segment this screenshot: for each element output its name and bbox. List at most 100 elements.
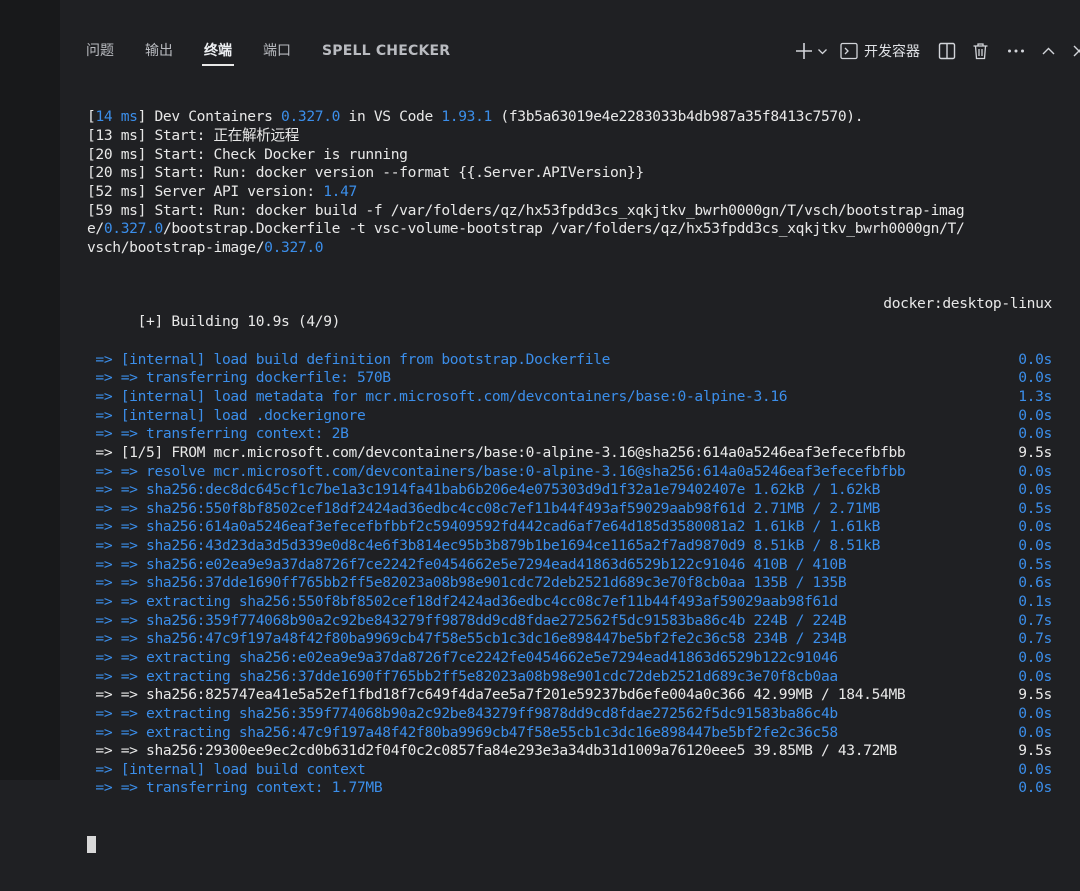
terminal-cursor — [87, 836, 96, 854]
build-step-text: => => sha256:550f8bf8502cef18df2424ad36e… — [87, 499, 881, 517]
build-step-text: => => sha256:47c9f197a48f42f80ba9969cb47… — [87, 630, 847, 648]
build-step-time: 0.5s — [1018, 555, 1052, 573]
build-step-line: => => sha256:e02ea9e9a37da8726f7ce2242fe… — [87, 556, 1052, 575]
terminal-text-segment: 1.47 — [323, 182, 357, 200]
build-step-line: => => extracting sha256:550f8bf8502cef18… — [87, 593, 1052, 612]
build-step-time: 0.0s — [1018, 369, 1052, 387]
build-step-line: => => sha256:614a0a5246eaf3efecefbfbbf2c… — [87, 518, 1052, 537]
panel-actions: 开发容器 — [795, 32, 1080, 70]
build-step-text: => => sha256:614a0a5246eaf3efecefbfbbf2c… — [87, 518, 881, 536]
building-line: [+] Building 10.9s (4/9) docker:desktop-… — [87, 294, 1053, 331]
build-step-time: 0.0s — [1018, 462, 1052, 480]
panel-header: 问题 输出 终端 端口 SPELL CHECKER 开发容器 — [60, 32, 1080, 70]
terminal-output[interactable]: [14 ms] Dev Containers 0.327.0 in VS Cod… — [87, 71, 1052, 891]
terminal-text-segment: [20 ms] Start: Run: docker version --for… — [87, 164, 644, 182]
build-steps: => [internal] load build definition from… — [87, 351, 1052, 798]
terminal-text-segment: 0.327.0 — [281, 108, 341, 126]
build-step-line: => [1/5] FROM mcr.microsoft.com/devconta… — [87, 444, 1052, 463]
split-terminal-button[interactable] — [938, 42, 956, 60]
tab-ports[interactable]: 端口 — [263, 32, 291, 70]
building-status: [+] Building 10.9s (4/9) — [137, 313, 341, 331]
build-step-text: => => extracting sha256:550f8bf8502cef18… — [87, 593, 838, 611]
terminal-text-segment: [13 ms] Start: 正在解析远程 — [87, 126, 300, 144]
build-step-line: => [internal] load metadata for mcr.micr… — [87, 388, 1052, 407]
build-step-time: 0.0s — [1018, 481, 1052, 499]
builder-name: docker:desktop-linux — [883, 294, 1052, 312]
build-step-time: 0.0s — [1018, 723, 1052, 741]
build-step-line: => => transferring context: 1.77MB 0.0s — [87, 779, 1052, 798]
build-step-time: 0.6s — [1018, 574, 1052, 592]
build-step-text: => => sha256:dec8dc645cf1c7be1a3c1914fa4… — [87, 481, 881, 499]
terminal-panel: 问题 输出 终端 端口 SPELL CHECKER 开发容器 [14 ms] D… — [60, 0, 1080, 854]
build-step-text: => => transferring context: 2B — [87, 425, 349, 443]
build-step-text: => [internal] load .dockerignore — [87, 406, 366, 424]
build-step-text: => => resolve mcr.microsoft.com/devconta… — [87, 462, 906, 480]
build-step-line: => => sha256:550f8bf8502cef18df2424ad36e… — [87, 500, 1052, 519]
tab-spell-checker[interactable]: SPELL CHECKER — [322, 32, 450, 70]
build-step-line: => => extracting sha256:47c9f197a48f42f8… — [87, 724, 1052, 743]
build-step-time: 0.0s — [1018, 704, 1052, 722]
activity-bar-edge — [0, 0, 60, 780]
build-step-line: => => sha256:dec8dc645cf1c7be1a3c1914fa4… — [87, 481, 1052, 500]
build-step-line: => => sha256:47c9f197a48f42f80ba9969cb47… — [87, 630, 1052, 649]
build-step-text: => [internal] load metadata for mcr.micr… — [87, 387, 788, 405]
new-terminal-button[interactable] — [795, 42, 813, 60]
ellipsis-icon — [1008, 49, 1024, 53]
dev-container-label: 开发容器 — [864, 44, 920, 60]
terminal-line: [14 ms] Dev Containers 0.327.0 in VS Cod… — [87, 108, 1052, 127]
terminal-text-segment: 14 ms — [95, 108, 138, 126]
chevron-up-icon — [1042, 47, 1055, 54]
terminal-text-segment: 1.93.1 — [441, 108, 492, 126]
close-icon — [1073, 45, 1080, 57]
kill-terminal-button[interactable] — [972, 42, 989, 60]
build-step-time: 0.5s — [1018, 499, 1052, 517]
build-step-line: => => extracting sha256:e02ea9e9a37da872… — [87, 649, 1052, 668]
build-step-line: => => resolve mcr.microsoft.com/devconta… — [87, 463, 1052, 482]
terminal-text-segment: vsch/bootstrap-image/ — [87, 238, 265, 256]
terminal-line: vsch/bootstrap-image/0.327.0 — [87, 239, 1052, 258]
more-actions-button[interactable] — [1007, 48, 1025, 54]
build-step-line: => => transferring context: 2B 0.0s — [87, 425, 1052, 444]
build-step-line: => [internal] load build context 0.0s — [87, 761, 1052, 780]
build-step-time: 0.0s — [1018, 760, 1052, 778]
build-step-line: => => extracting sha256:359f774068b90a2c… — [87, 705, 1052, 724]
plus-icon — [796, 43, 812, 59]
tab-output[interactable]: 输出 — [145, 32, 173, 70]
terminal-profile-dropdown[interactable] — [817, 46, 828, 57]
maximize-panel-button[interactable] — [1041, 44, 1056, 59]
terminal-text-segment: 0.327.0 — [103, 220, 163, 238]
tab-problems[interactable]: 问题 — [86, 32, 114, 70]
build-step-text: => => sha256:e02ea9e9a37da8726f7ce2242fe… — [87, 555, 847, 573]
terminal-line: [52 ms] Server API version: 1.47 — [87, 183, 1052, 202]
terminal-text-segment: /bootstrap.Dockerfile -t vsc-volume-boot… — [162, 220, 965, 238]
terminal-line: e/0.327.0/bootstrap.Dockerfile -t vsc-vo… — [87, 220, 1052, 239]
build-step-text: => => extracting sha256:47c9f197a48f42f8… — [87, 723, 838, 741]
terminal-text-segment: [20 ms] Start: Check Docker is running — [87, 145, 408, 163]
build-step-time: 0.0s — [1018, 779, 1052, 797]
build-step-time: 0.0s — [1018, 350, 1052, 368]
build-step-text: => [internal] load build definition from… — [87, 350, 611, 368]
build-step-time: 0.0s — [1018, 648, 1052, 666]
terminal-header-lines: [14 ms] Dev Containers 0.327.0 in VS Cod… — [87, 108, 1052, 257]
build-step-time: 0.0s — [1018, 518, 1052, 536]
build-step-time: 9.5s — [1018, 686, 1052, 704]
build-step-text: => => extracting sha256:e02ea9e9a37da872… — [87, 648, 838, 666]
build-step-text: => => transferring context: 1.77MB — [87, 779, 383, 797]
terminal-text-segment: in VS Code — [340, 108, 442, 126]
build-step-time: 0.7s — [1018, 630, 1052, 648]
build-step-text: => => sha256:37dde1690ff765bb2ff5e82023a… — [87, 574, 847, 592]
build-step-time: 0.0s — [1018, 406, 1052, 424]
terminal-line: [13 ms] Start: 正在解析远程 — [87, 127, 1052, 146]
build-step-line: => => sha256:359f774068b90a2c92be843279f… — [87, 612, 1052, 631]
terminal-text-segment: [52 ms] Server API version: — [87, 182, 324, 200]
close-panel-button[interactable] — [1072, 44, 1080, 58]
build-step-text: => [1/5] FROM mcr.microsoft.com/devconta… — [87, 443, 906, 461]
build-step-line: => => extracting sha256:37dde1690ff765bb… — [87, 668, 1052, 687]
build-step-text: => => sha256:359f774068b90a2c92be843279f… — [87, 611, 847, 629]
build-step-text: => => extracting sha256:37dde1690ff765bb… — [87, 667, 838, 685]
build-step-text: => => sha256:43d23da3d5d339e0d8c4e6f3b81… — [87, 537, 881, 555]
dev-container-button[interactable]: 开发容器 — [840, 41, 920, 61]
build-step-time: 0.7s — [1018, 611, 1052, 629]
build-step-line: => => sha256:43d23da3d5d339e0d8c4e6f3b81… — [87, 537, 1052, 556]
tab-terminal[interactable]: 终端 — [202, 32, 234, 70]
